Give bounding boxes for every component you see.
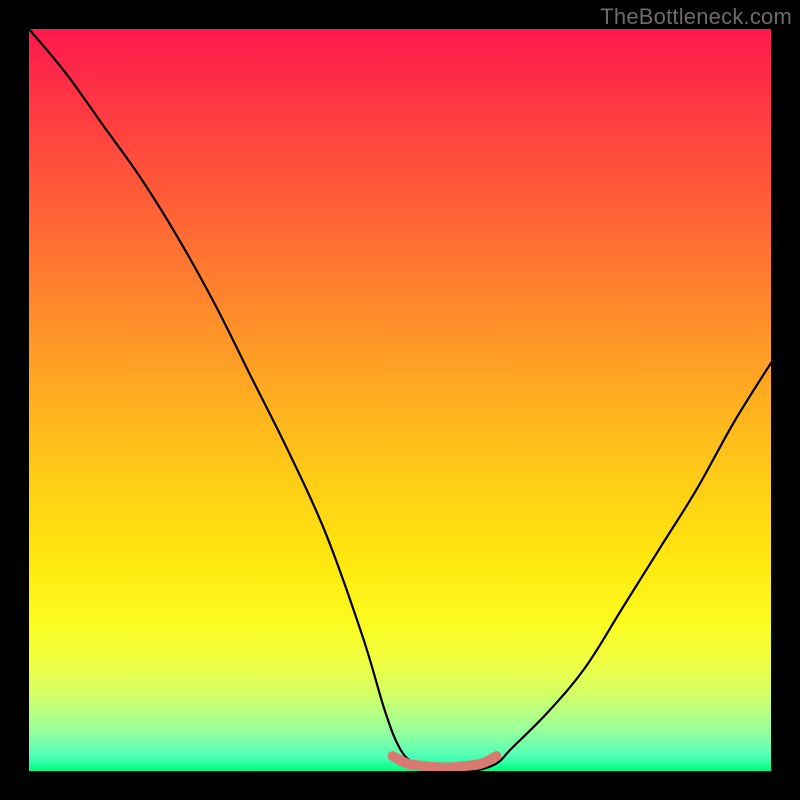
plot-area [29,29,771,771]
curve-layer [29,29,771,771]
chart-frame: TheBottleneck.com [0,0,800,800]
attribution-text: TheBottleneck.com [600,4,792,30]
bottleneck-curve-path [29,29,771,771]
